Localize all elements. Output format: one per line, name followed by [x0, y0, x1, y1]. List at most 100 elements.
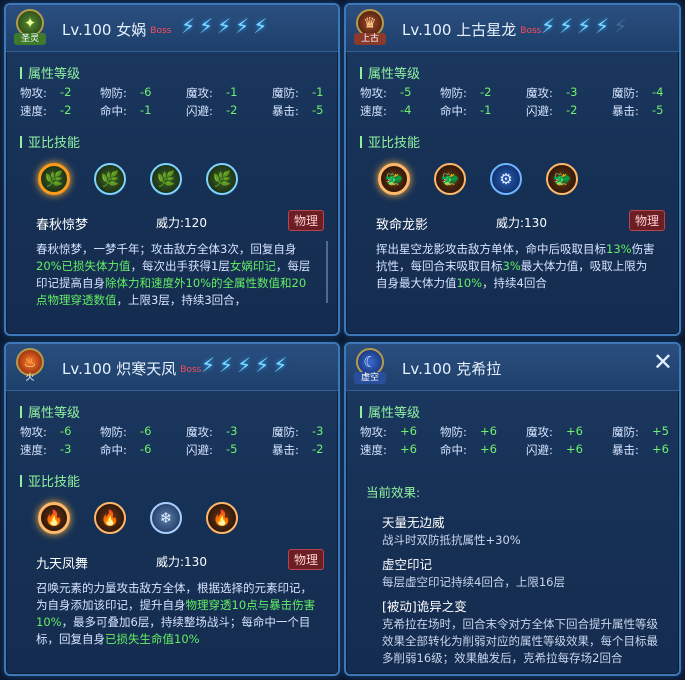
- star-bolt-icon: ⚡: [541, 14, 556, 38]
- skill-leaf-icon[interactable]: 🌿: [150, 163, 182, 195]
- attr-section-title: 属性等级: [20, 402, 80, 421]
- stat-label: 闪避:: [526, 443, 553, 457]
- skill-dragon-icon[interactable]: 🐲: [434, 163, 466, 195]
- star-bolt-icon: ⚡: [217, 14, 232, 38]
- stat-label: 魔防:: [272, 86, 299, 100]
- stat-grid: 物攻: +6 物防: +6 魔攻: +6 魔防: +5 速度: +6 命中: +6 闪避: +6 暴击: +6: [360, 424, 669, 460]
- stat-item: 魔防: -1: [272, 85, 338, 101]
- pet-name: 克希拉: [456, 360, 502, 378]
- stat-value: -2: [226, 103, 238, 117]
- stat-item: 物防: -6: [100, 424, 180, 440]
- stat-value: -1: [312, 85, 324, 99]
- stat-value: +6: [400, 442, 417, 456]
- skill-leaf-icon[interactable]: 🌿: [38, 163, 70, 195]
- stat-value: -1: [226, 85, 238, 99]
- boss-tag: Boss: [520, 25, 542, 36]
- skill-description: 挥出星空龙影攻击敌方单体，命中后吸取目标13%伤害抗性，每回合末吸取目标3%最大…: [376, 241, 657, 292]
- skill-description: 召唤元素的力量攻击敌方全体，根据选择的元素印记，为自身添加该印记，提升自身物理穿…: [36, 580, 316, 648]
- element-tag: 虚空: [354, 372, 386, 384]
- scrollbar[interactable]: [326, 241, 328, 303]
- stat-label: 魔攻:: [526, 86, 553, 100]
- skill-leaf-icon[interactable]: 🌿: [206, 163, 238, 195]
- stat-label: 暴击:: [272, 104, 299, 118]
- level: Lv.100: [402, 21, 452, 39]
- desc-text: ，每次出手获得1层: [130, 259, 230, 273]
- stat-item: 闪避: -2: [186, 103, 266, 119]
- effects-title: 当前效果:: [366, 485, 421, 500]
- stat-value: -3: [566, 85, 578, 99]
- desc-text: 春秋惊梦，一梦千年；攻击敌方全体3次，回复自身: [36, 242, 297, 256]
- skill-gear-icon[interactable]: ⚙: [490, 163, 522, 195]
- stat-label: 命中:: [440, 443, 467, 457]
- stat-value: +5: [652, 424, 669, 438]
- stat-value: +6: [400, 424, 417, 438]
- effect-name: 天量无边威: [382, 515, 445, 530]
- stat-label: 暴击:: [612, 104, 639, 118]
- stat-value: -2: [566, 103, 578, 117]
- stat-value: -2: [60, 103, 72, 117]
- stat-item: 暴击: +6: [612, 442, 679, 458]
- level: Lv.100: [62, 360, 112, 378]
- skill-ice-icon[interactable]: ❄: [150, 502, 182, 534]
- stat-label: 魔防:: [612, 425, 639, 439]
- star-bolt-icon: ⚡: [237, 353, 252, 377]
- stat-value: -5: [312, 103, 324, 117]
- skill-dragon-icon[interactable]: 🐲: [546, 163, 578, 195]
- stat-value: -1: [140, 103, 152, 117]
- stat-value: -4: [400, 103, 412, 117]
- stat-grid: 物攻: -6 物防: -6 魔攻: -3 魔防: -3 速度: -3 命中: -6 闪避: -5 暴击: -2: [20, 424, 324, 460]
- close-icon[interactable]: ✕: [653, 350, 673, 374]
- stat-item: 速度: -3: [20, 442, 100, 458]
- stat-item: 命中: -6: [100, 442, 180, 458]
- stat-item: 物攻: -5: [360, 85, 440, 101]
- stat-value: -4: [652, 85, 664, 99]
- stat-item: 命中: -1: [100, 103, 180, 119]
- skill-leaf-icon[interactable]: 🌿: [94, 163, 126, 195]
- skill-fire-icon[interactable]: 🔥: [206, 502, 238, 534]
- stat-label: 暴击:: [612, 443, 639, 457]
- skill-fire-icon[interactable]: 🔥: [94, 502, 126, 534]
- star-bolts: ⚡ ⚡ ⚡ ⚡ ⚡: [201, 354, 287, 376]
- highlight-text: 3%: [502, 259, 521, 273]
- skill-name: 致命龙影: [376, 218, 429, 233]
- stat-label: 命中:: [440, 104, 467, 118]
- stat-value: -3: [312, 424, 324, 438]
- stat-value: -2: [60, 85, 72, 99]
- stat-label: 物防:: [440, 86, 467, 100]
- panel-header: ✦ 圣灵 Lv.100 女娲 Boss ⚡ ⚡ ⚡ ⚡ ⚡: [6, 5, 338, 52]
- skill-section-title: 亚比技能: [20, 471, 80, 490]
- panel-header: ♛ 上古 Lv.100 上古星龙 Boss ⚡ ⚡ ⚡ ⚡ ⚡: [346, 5, 679, 52]
- stat-label: 暴击:: [272, 443, 299, 457]
- skill-dragon-icon[interactable]: 🐲: [378, 163, 410, 195]
- attr-section-title: 属性等级: [360, 63, 420, 82]
- stat-item: 物防: +6: [440, 424, 520, 440]
- stat-item: 闪避: +6: [526, 442, 606, 458]
- star-bolts: ⚡ ⚡ ⚡ ⚡ ⚡: [541, 15, 627, 37]
- desc-text: 挥出星空龙影攻击敌方单体，命中后吸取目标: [376, 242, 606, 256]
- stat-item: 魔攻: -3: [186, 424, 266, 440]
- stat-label: 魔防:: [612, 86, 639, 100]
- pet-panel-nuwa: ✦ 圣灵 Lv.100 女娲 Boss ⚡ ⚡ ⚡ ⚡ ⚡ 属性等级 物攻: -2 物防: -6…: [4, 3, 340, 336]
- highlight-text: 20%已损失体力值: [36, 259, 131, 273]
- skill-icons: 🌿 🌿 🌿 🌿: [38, 163, 238, 195]
- skill-icons: 🐲 🐲 ⚙ 🐲: [378, 163, 578, 195]
- skill-power: 威力:120: [156, 216, 207, 230]
- stat-item: 暴击: -5: [272, 103, 338, 119]
- stat-item: 物攻: -2: [20, 85, 100, 101]
- stat-item: 闪避: -5: [186, 442, 266, 458]
- skill-fire-icon[interactable]: 🔥: [38, 502, 70, 534]
- effect-name: 虚空印记: [382, 557, 433, 572]
- highlight-text: 13%: [606, 242, 632, 256]
- star-bolt-icon: ⚡: [613, 14, 628, 38]
- star-bolt-icon: ⚡: [273, 353, 288, 377]
- skill-power: 威力:130: [496, 216, 547, 230]
- stat-item: 魔防: -3: [272, 424, 338, 440]
- stat-value: -2: [312, 442, 324, 456]
- stat-value: -5: [400, 85, 412, 99]
- desc-text: ，持续4回合: [482, 276, 547, 290]
- star-bolt-icon: ⚡: [577, 14, 592, 38]
- stat-label: 速度:: [20, 104, 47, 118]
- stat-item: 魔攻: -1: [186, 85, 266, 101]
- stat-item: 闪避: -2: [526, 103, 606, 119]
- stat-value: -6: [140, 424, 152, 438]
